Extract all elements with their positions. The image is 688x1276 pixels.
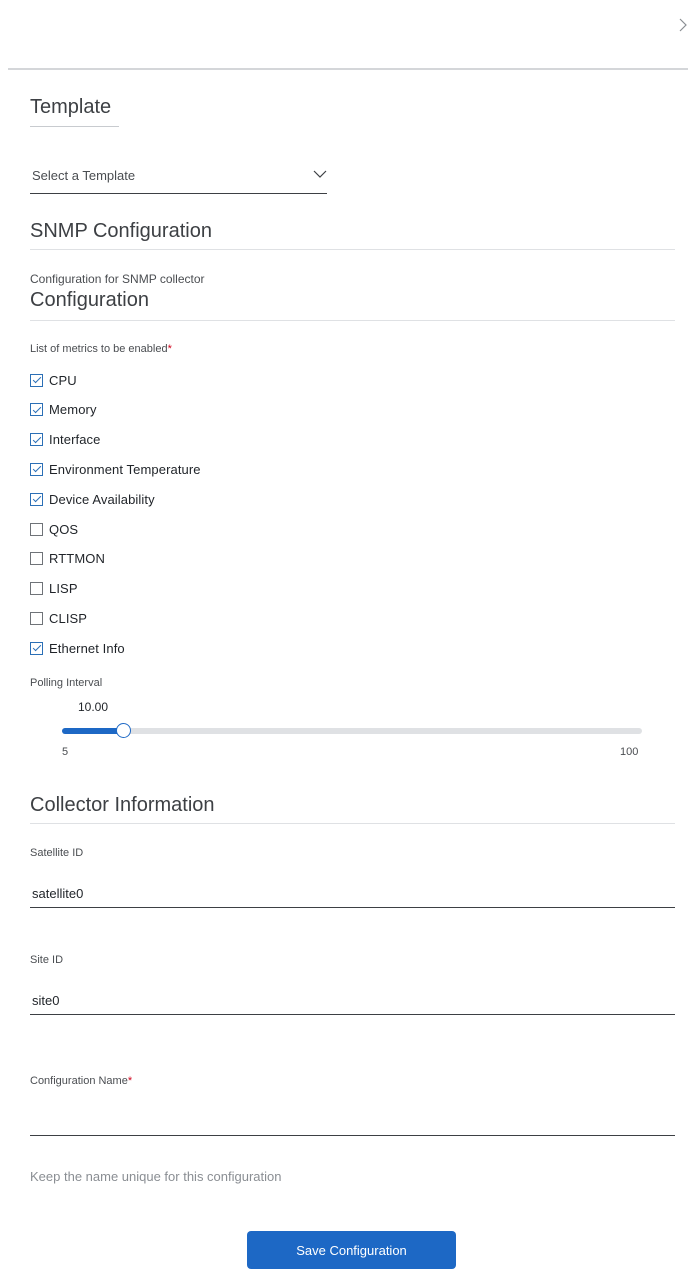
metric-checkbox-row[interactable]: Device Availability (30, 489, 155, 509)
metric-checkbox-row[interactable]: LISP (30, 579, 78, 599)
metric-label: QOS (49, 521, 79, 537)
checkbox[interactable] (30, 373, 43, 387)
checkbox[interactable] (30, 552, 43, 566)
checkbox[interactable] (30, 403, 43, 417)
metric-checkbox-row[interactable]: RTTMON (30, 549, 105, 569)
close-panel-button[interactable] (672, 14, 688, 36)
checkbox[interactable] (30, 582, 43, 596)
checkbox[interactable] (30, 433, 43, 447)
required-asterisk: * (167, 343, 172, 355)
configuration-name-hint: Keep the name unique for this configurat… (30, 1169, 282, 1184)
polling-interval-slider-thumb[interactable] (115, 723, 131, 738)
configuration-name-label: Configuration Name* (30, 1075, 132, 1087)
metric-label: CLISP (49, 610, 88, 626)
save-configuration-button[interactable]: Save Configuration (247, 1231, 456, 1269)
snmp-configuration-heading: SNMP Configuration (30, 220, 212, 242)
metrics-list-label-text: List of metrics to be enabled (30, 343, 168, 355)
polling-interval-slider-track[interactable] (62, 728, 642, 734)
metric-label: Ethernet Info (49, 640, 125, 656)
polling-interval-label: Polling Interval (30, 677, 103, 689)
checkbox[interactable] (30, 462, 43, 476)
configuration-heading: Configuration (30, 289, 149, 311)
collector-divider (30, 823, 675, 824)
metric-checkbox-row[interactable]: Ethernet Info (30, 638, 125, 658)
satellite-id-label: Satellite ID (30, 847, 84, 859)
collector-information-heading: Collector Information (30, 794, 215, 816)
site-id-input[interactable] (30, 987, 675, 1015)
template-heading-underline (30, 126, 119, 127)
slider-min-label: 5 (62, 746, 69, 758)
template-select-value: Select a Template (32, 168, 136, 183)
chevron-down-icon (313, 170, 327, 178)
chevron-right-icon (679, 18, 687, 32)
metrics-list-label: List of metrics to be enabled* (30, 343, 172, 355)
header-divider (8, 68, 688, 70)
snmp-divider (30, 249, 675, 250)
configuration-divider (30, 320, 675, 321)
metric-label: Device Availability (49, 491, 155, 507)
metric-label: Interface (49, 432, 101, 448)
metric-checkbox-row[interactable]: Interface (30, 430, 101, 450)
polling-interval-value: 10.00 (78, 700, 109, 714)
metric-label: Environment Temperature (49, 461, 201, 477)
metric-checkbox-row[interactable]: CLISP (30, 608, 87, 628)
template-heading: Template (30, 96, 112, 118)
metric-label: RTTMON (49, 551, 105, 567)
metric-checkbox-row[interactable]: Memory (30, 400, 97, 420)
checkbox[interactable] (30, 641, 43, 655)
slider-max-label: 100 (620, 746, 639, 758)
configuration-name-input[interactable] (30, 1108, 675, 1136)
checkbox[interactable] (30, 492, 43, 506)
metric-label: CPU (49, 372, 77, 388)
polling-interval-slider-fill (62, 728, 124, 734)
metric-label: Memory (49, 402, 97, 418)
metric-checkbox-row[interactable]: QOS (30, 519, 78, 539)
checkbox[interactable] (30, 522, 43, 536)
template-select[interactable]: Select a Template (30, 163, 327, 194)
satellite-id-input[interactable] (30, 880, 675, 908)
snmp-subtitle: Configuration for SNMP collector (30, 272, 205, 286)
configuration-name-label-text: Configuration Name (30, 1075, 128, 1087)
metric-checkbox-row[interactable]: CPU (30, 370, 77, 390)
checkbox[interactable] (30, 611, 43, 625)
metric-label: LISP (49, 581, 78, 597)
metric-checkbox-row[interactable]: Environment Temperature (30, 459, 201, 479)
site-id-label: Site ID (30, 954, 64, 966)
required-asterisk: * (127, 1075, 133, 1087)
